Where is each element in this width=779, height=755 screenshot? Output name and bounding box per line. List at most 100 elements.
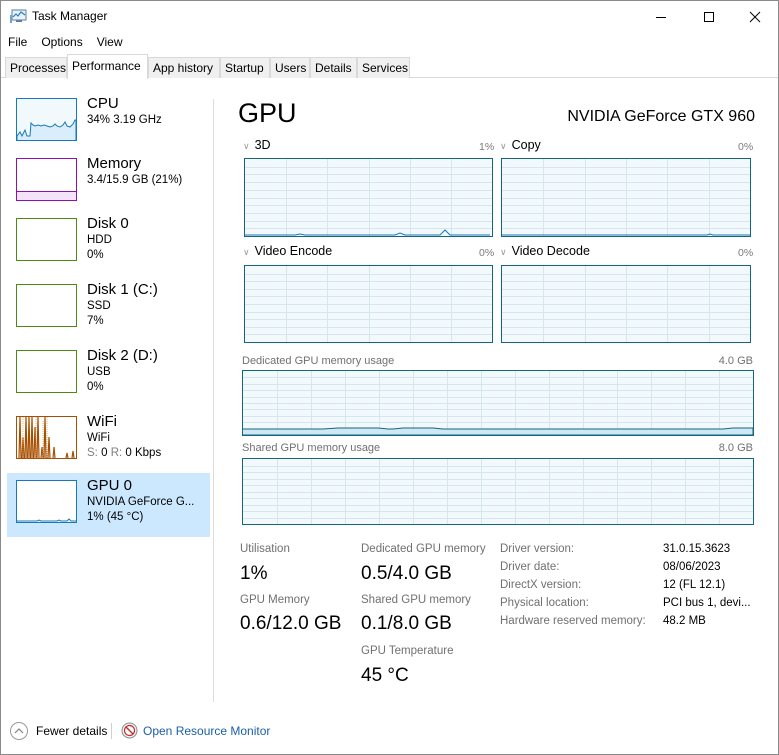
engine-video-decode-grid <box>502 266 750 342</box>
engine-copy-percent: 0% <box>738 141 754 153</box>
shared-memory-label: Shared GPU memory <box>361 594 471 606</box>
engine-video-decode-selector[interactable]: ∨ Video Decode <box>500 244 590 258</box>
engine-copy-line <box>502 233 750 236</box>
tab-strip: Processes Performance App history Startu… <box>1 53 778 79</box>
shared-memory-graph-label: Shared GPU memory usage <box>242 442 381 454</box>
engine-3d-label: 3D <box>254 138 271 152</box>
wifi-send-value: 0 <box>101 447 108 459</box>
engine-video-decode-percent: 0% <box>738 247 754 259</box>
engine-copy-label: Copy <box>511 138 541 152</box>
engine-video-decode-graph <box>501 265 751 343</box>
shared-memory-value: 0.1/8.0 GB <box>361 613 452 634</box>
tab-performance[interactable]: Performance <box>67 54 148 79</box>
chevron-down-icon: ∨ <box>243 247 250 257</box>
utilisation-value: 1% <box>240 563 268 584</box>
cpu-title: CPU <box>87 95 119 112</box>
cpu-sparkline <box>16 119 77 140</box>
dedicated-memory-line <box>243 427 753 435</box>
wifi-thumbnail-graph <box>16 416 77 459</box>
disk1-title: Disk 1 (C:) <box>87 281 158 298</box>
sidebar-item-disk-1[interactable]: Disk 1 (C:) SSD 7% <box>7 277 210 341</box>
maximize-button[interactable] <box>686 1 732 32</box>
disk1-usage: 7% <box>87 315 104 327</box>
disk2-thumbnail-graph <box>16 350 77 393</box>
engine-video-encode-graph <box>244 265 493 343</box>
disk1-thumbnail-graph <box>16 284 77 327</box>
sidebar-item-gpu-0[interactable]: GPU 0 NVIDIA GeForce G... 1% (45 °C) <box>7 473 210 537</box>
tab-startup[interactable]: Startup <box>220 57 270 78</box>
close-button[interactable] <box>732 1 778 32</box>
footer: Fewer details Open Resource Monitor <box>1 717 778 745</box>
fewer-details-button[interactable]: Fewer details <box>36 724 107 738</box>
page-title: GPU <box>238 98 297 128</box>
menu-options[interactable]: Options <box>34 33 89 53</box>
open-resource-monitor-link[interactable]: Open Resource Monitor <box>143 724 270 738</box>
directx-version-label: DirectX version: <box>500 579 582 591</box>
tab-app-history[interactable]: App history <box>148 57 220 78</box>
engine-copy-selector[interactable]: ∨ Copy <box>500 138 541 152</box>
dedicated-memory-graph-max: 4.0 GB <box>718 355 753 367</box>
chevron-up-circle-icon[interactable] <box>10 722 28 740</box>
gpu-temperature-value: 45 °C <box>361 665 409 686</box>
maximize-icon <box>704 11 714 22</box>
menu-view[interactable]: View <box>90 33 130 53</box>
task-manager-window: Task Manager File Options View Processes… <box>0 0 779 755</box>
disk1-type: SSD <box>87 300 111 312</box>
dedicated-memory-graph-label: Dedicated GPU memory usage <box>242 355 395 367</box>
engine-3d-graph <box>244 158 493 237</box>
chevron-down-icon: ∨ <box>243 141 250 151</box>
cpu-thumbnail-graph <box>16 98 77 141</box>
tab-services[interactable]: Services <box>357 57 410 78</box>
memory-fill <box>17 191 76 200</box>
minimize-icon <box>656 16 666 18</box>
memory-title: Memory <box>87 155 142 172</box>
resource-monitor-icon <box>121 722 138 739</box>
driver-date-label: Driver date: <box>500 561 560 573</box>
sidebar-item-disk-2[interactable]: Disk 2 (D:) USB 0% <box>7 343 210 407</box>
wifi-throughput: S: 0 R: 0 Kbps <box>87 446 161 461</box>
minimize-button[interactable] <box>638 1 684 32</box>
tab-details[interactable]: Details <box>310 57 357 78</box>
gpu-temperature-label: GPU Temperature <box>361 645 454 657</box>
sidebar-item-cpu[interactable]: CPU 34% 3.19 GHz <box>7 91 210 155</box>
shared-memory-graph <box>242 458 754 525</box>
gpu-sparkline <box>17 518 76 522</box>
window-title: Task Manager <box>32 9 108 23</box>
task-manager-icon <box>10 9 27 23</box>
chevron-down-icon: ∨ <box>500 141 507 151</box>
wifi-receive-value: 0 Kbps <box>125 447 162 459</box>
shared-memory-graph-max: 8.0 GB <box>718 442 753 454</box>
sidebar-item-disk-0[interactable]: Disk 0 HDD 0% <box>7 211 210 275</box>
hardware-reserved-memory-value: 48.2 MB <box>663 615 706 627</box>
physical-location-value: PCI bus 1, devi... <box>663 597 751 609</box>
gpu0-title: GPU 0 <box>87 477 133 494</box>
tab-users[interactable]: Users <box>270 57 310 78</box>
engine-3d-line <box>245 229 490 236</box>
disk0-title: Disk 0 <box>87 215 129 232</box>
driver-version-label: Driver version: <box>500 543 575 555</box>
disk0-thumbnail-graph <box>16 218 77 261</box>
gpu-memory-value: 0.6/12.0 GB <box>240 613 342 634</box>
gpu0-usage: 1% (45 °C) <box>87 511 144 523</box>
physical-location-label: Physical location: <box>500 597 589 609</box>
memory-usage: 3.4/15.9 GB (21%) <box>87 174 183 186</box>
engine-video-encode-label: Video Encode <box>254 244 333 258</box>
dedicated-memory-graph <box>242 370 754 436</box>
tab-processes[interactable]: Processes <box>5 57 67 78</box>
engine-video-encode-selector[interactable]: ∨ Video Encode <box>243 244 332 258</box>
gpu-memory-label: GPU Memory <box>240 594 310 606</box>
sidebar-item-memory[interactable]: Memory 3.4/15.9 GB (21%) <box>7 151 210 215</box>
wifi-adapter: WiFi <box>87 432 110 444</box>
footer-separator <box>111 723 112 739</box>
engine-copy-graph <box>501 158 751 237</box>
shared-memory-grid <box>243 459 753 524</box>
driver-version-value: 31.0.15.3623 <box>663 543 731 555</box>
sidebar-item-wifi[interactable]: WiFi WiFi S: 0 R: 0 Kbps <box>7 409 210 473</box>
disk0-usage: 0% <box>87 249 104 261</box>
engine-3d-percent: 1% <box>479 141 495 153</box>
wifi-sparkline <box>18 416 75 459</box>
menu-file[interactable]: File <box>1 33 34 53</box>
gpu-thumbnail-graph <box>16 480 77 523</box>
engine-3d-selector[interactable]: ∨ 3D <box>243 138 271 152</box>
driver-date-value: 08/06/2023 <box>663 561 721 573</box>
